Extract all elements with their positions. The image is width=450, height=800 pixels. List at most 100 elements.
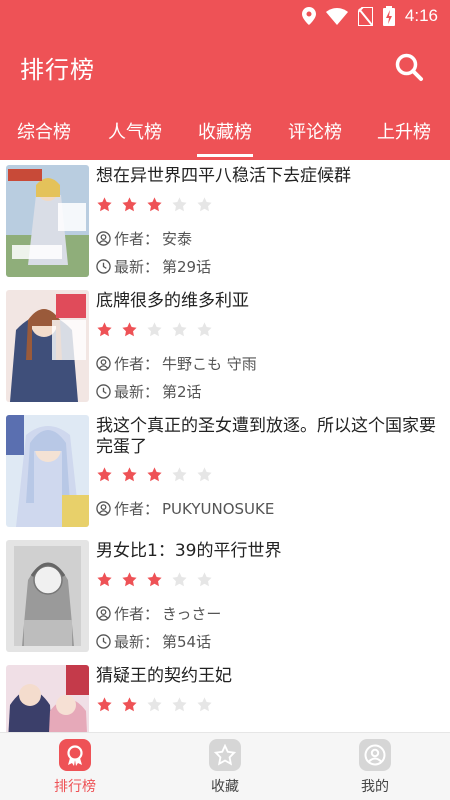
rating-stars — [96, 696, 213, 714]
nav-favorites[interactable]: 收藏 — [185, 739, 265, 796]
tab-bar: 综合榜 人气榜 收藏榜 评论榜 上升榜 — [0, 102, 450, 160]
comic-cover — [6, 540, 89, 652]
page-title: 排行榜 — [20, 56, 95, 84]
nav-profile[interactable]: 我的 — [335, 739, 415, 796]
comic-title: 男女比1：39的平行世界 — [96, 541, 282, 561]
status-time: 4:16 — [404, 6, 438, 25]
clock-icon — [96, 384, 111, 399]
author-row: 作者： きっさー — [96, 603, 221, 624]
star-filled-icon — [122, 322, 137, 337]
search-icon — [395, 53, 423, 81]
list-item[interactable]: 想在异世界四平八稳活下去症候群 作者： 安泰 最新： 第29话 — [0, 160, 450, 284]
latest-chapter: 第54话 — [162, 633, 212, 651]
comic-title: 想在异世界四平八稳活下去症候群 — [96, 166, 351, 186]
status-bar: 4:16 — [0, 0, 450, 32]
clock-icon — [96, 259, 111, 274]
rating-stars — [96, 466, 213, 484]
star-filled-icon — [97, 197, 112, 212]
star-filled-icon — [147, 197, 162, 212]
author-label: 作者： — [114, 605, 160, 623]
star-filled-icon — [97, 697, 112, 712]
rating-stars — [96, 321, 213, 339]
wifi-icon — [325, 7, 348, 25]
author-label: 作者： — [114, 230, 160, 248]
nav-ranking[interactable]: 排行榜 — [35, 739, 115, 796]
star-empty-icon — [147, 697, 162, 712]
author-label: 作者： — [114, 500, 160, 518]
star-empty-icon — [197, 322, 212, 337]
clock-icon — [96, 634, 111, 649]
location-icon — [301, 7, 316, 25]
star-filled-icon — [147, 572, 162, 587]
comic-cover — [6, 665, 89, 732]
comic-cover — [6, 415, 89, 527]
status-icons: 4:16 — [301, 5, 438, 27]
nav-label: 收藏 — [211, 779, 239, 795]
nav-label: 排行榜 — [54, 779, 96, 795]
ranking-list: 想在异世界四平八稳活下去症候群 作者： 安泰 最新： 第29话 底牌很多的维多利亚 — [0, 160, 450, 732]
comic-title: 底牌很多的维多利亚 — [96, 291, 249, 311]
author-row: 作者： 牛野こも 守雨 — [96, 353, 257, 374]
user-circle-icon — [96, 356, 111, 371]
battery-charging-icon — [382, 6, 395, 26]
list-item[interactable]: 男女比1：39的平行世界 作者： きっさー 最新： 第54话 — [0, 535, 450, 659]
user-circle-icon — [96, 231, 111, 246]
star-filled-icon — [147, 467, 162, 482]
star-empty-icon — [197, 572, 212, 587]
author-row: 作者： PUKYUNOSUKE — [96, 498, 274, 519]
tab-comments[interactable]: 评论榜 — [275, 118, 355, 144]
star-empty-icon — [197, 467, 212, 482]
list-item[interactable]: 底牌很多的维多利亚 作者： 牛野こも 守雨 最新： 第2话 — [0, 285, 450, 409]
rating-stars — [96, 571, 213, 589]
latest-label: 最新： — [114, 633, 160, 651]
star-filled-icon — [97, 322, 112, 337]
author-name: きっさー — [162, 605, 222, 623]
star-filled-icon — [122, 467, 137, 482]
star-empty-icon — [172, 322, 187, 337]
list-item[interactable]: 猜疑王的契约王妃 — [0, 660, 450, 732]
tab-favorites[interactable]: 收藏榜 — [185, 118, 265, 144]
latest-label: 最新： — [114, 258, 160, 276]
comic-title: 猜疑王的契约王妃 — [96, 666, 232, 686]
star-empty-icon — [172, 197, 187, 212]
comic-cover — [6, 165, 89, 277]
star-filled-icon — [122, 197, 137, 212]
star-empty-icon — [172, 697, 187, 712]
user-circle-icon — [96, 501, 111, 516]
app-header: 排行榜 — [0, 32, 450, 102]
star-filled-icon — [122, 697, 137, 712]
bottom-nav: 排行榜 收藏 我的 — [0, 732, 450, 800]
active-tab-indicator — [197, 154, 253, 157]
search-button[interactable] — [394, 52, 424, 82]
latest-row: 最新： 第2话 — [96, 381, 202, 402]
latest-chapter: 第2话 — [162, 383, 202, 401]
star-filled-icon — [122, 572, 137, 587]
list-item[interactable]: 我这个真正的圣女遭到放逐。所以这个国家要完蛋了 作者： PUKYUNOSUKE — [0, 410, 450, 534]
tab-rising[interactable]: 上升榜 — [364, 118, 444, 144]
star-empty-icon — [197, 697, 212, 712]
ranking-icon — [59, 739, 91, 771]
comic-cover — [6, 290, 89, 402]
star-empty-icon — [147, 322, 162, 337]
author-name: 牛野こも 守雨 — [162, 355, 257, 373]
author-row: 作者： 安泰 — [96, 228, 192, 249]
star-empty-icon — [197, 197, 212, 212]
author-label: 作者： — [114, 355, 160, 373]
star-filled-icon — [97, 572, 112, 587]
user-circle-icon — [96, 606, 111, 621]
latest-row: 最新： 第29话 — [96, 256, 211, 277]
latest-label: 最新： — [114, 383, 160, 401]
no-sim-icon — [357, 6, 373, 26]
star-empty-icon — [172, 467, 187, 482]
author-name: PUKYUNOSUKE — [162, 499, 275, 518]
rating-stars — [96, 196, 213, 214]
latest-row: 最新： 第54话 — [96, 631, 211, 652]
star-filled-icon — [97, 467, 112, 482]
star-icon — [209, 739, 241, 771]
comic-title: 我这个真正的圣女遭到放逐。所以这个国家要完蛋了 — [96, 416, 436, 457]
latest-chapter: 第29话 — [162, 258, 212, 276]
tab-popularity[interactable]: 人气榜 — [95, 118, 175, 144]
user-icon — [359, 739, 391, 771]
tab-overall[interactable]: 综合榜 — [4, 118, 84, 144]
nav-label: 我的 — [361, 779, 389, 795]
